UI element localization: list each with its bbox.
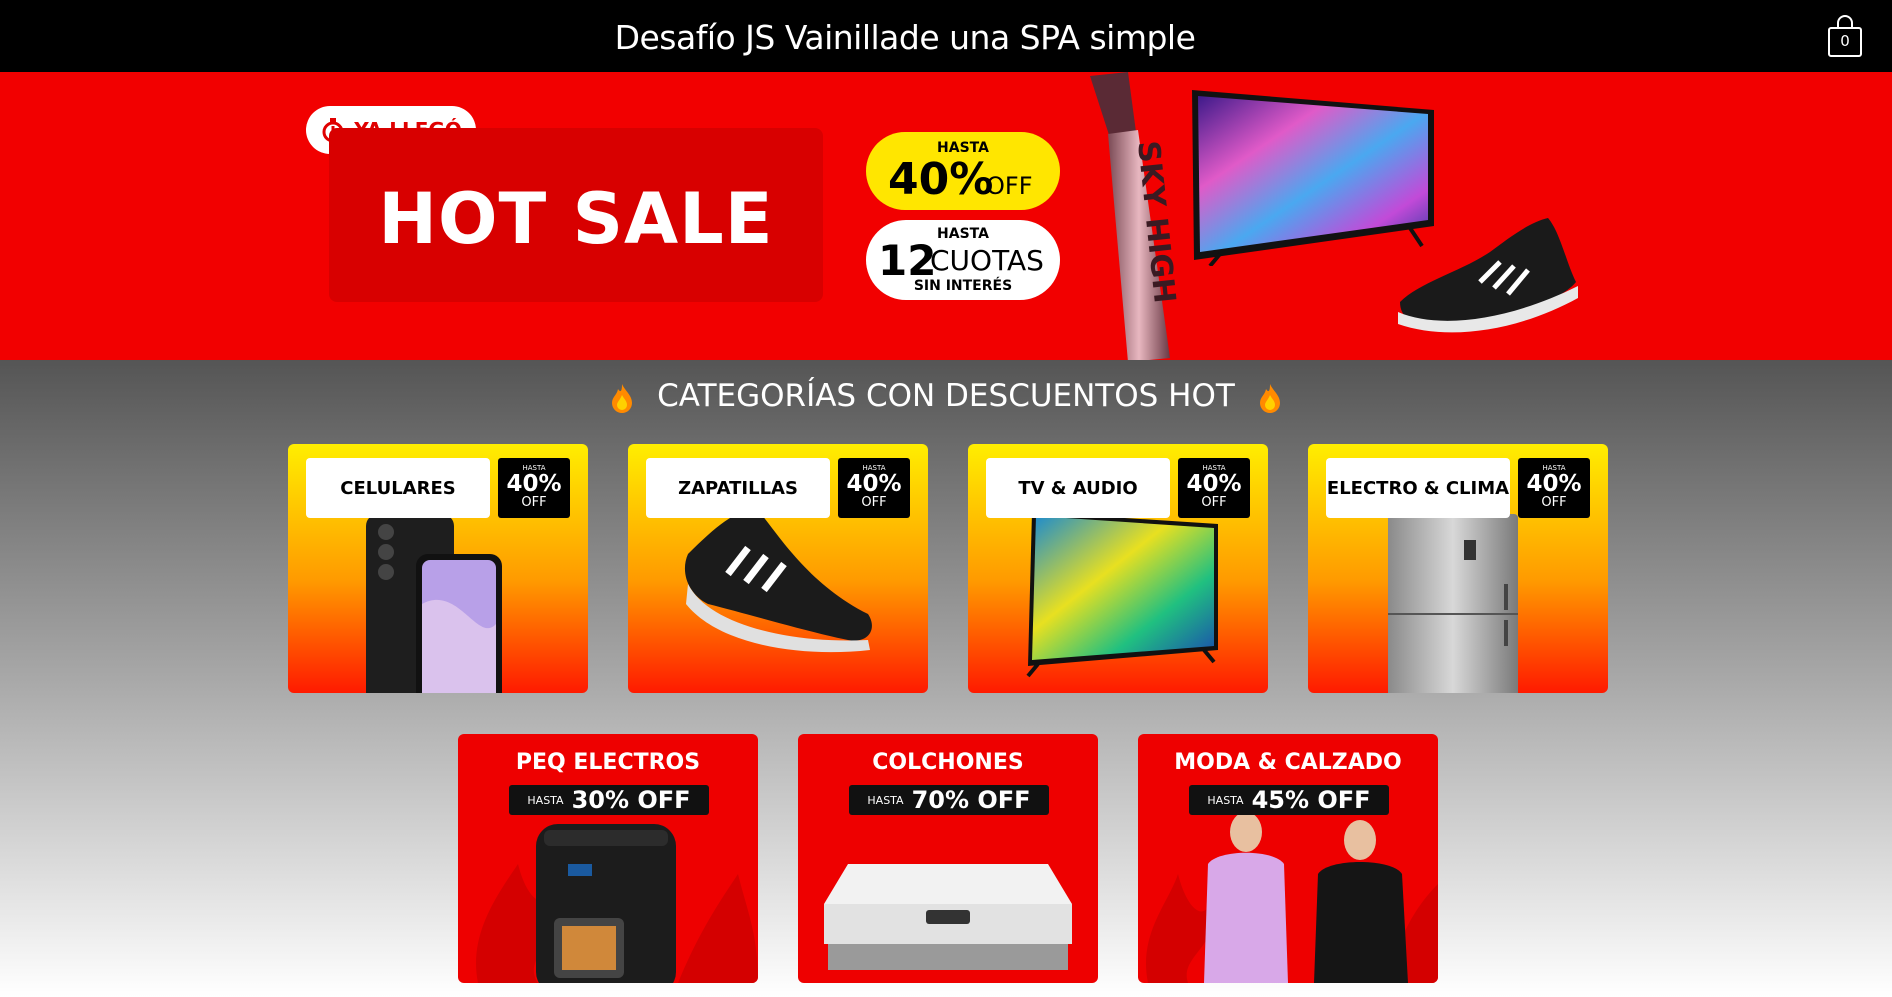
sneaker-image [1398, 218, 1578, 333]
discount-tag: HASTA 30% OFF [509, 785, 709, 815]
discount-tag: HASTA 40% OFF [1518, 458, 1590, 518]
categories-section: CATEGORÍAS CON DESCUENTOS HOT CELULARES … [0, 360, 1892, 997]
hot-sale-banner[interactable]: YA LLEGÓ HOT SALE HASTA 40% OFF HASTA 12… [0, 72, 1892, 360]
category-label: TV & AUDIO [986, 458, 1170, 518]
discount-badge: HASTA 40% OFF [866, 132, 1060, 210]
category-label: MODA & CALZADO [1174, 750, 1402, 775]
category-label: CELULARES [306, 458, 490, 518]
category-label: PEQ ELECTROS [515, 750, 701, 775]
category-label: ELECTRO & CLIMA [1326, 458, 1510, 518]
discount-tag-value: 45% OFF [1251, 786, 1371, 814]
discount-tag-small: HASTA [1207, 793, 1244, 807]
discount-tag: HASTA 40% OFF [498, 458, 570, 518]
mascara-image: SKY HIGH [1090, 72, 1180, 360]
discount-tag-small: HASTA [527, 793, 564, 807]
discount-tag-small: HASTA [867, 793, 904, 807]
discount-tag: HASTA 45% OFF [1189, 785, 1389, 815]
discount-tag: HASTA 70% OFF [849, 785, 1049, 815]
discount-tag-suffix: OFF [1201, 495, 1227, 510]
hot-sale-box: HOT SALE [329, 128, 823, 302]
flame-icon [1259, 383, 1280, 413]
discount-tag-suffix: OFF [861, 495, 887, 510]
discount-tag: HASTA 40% OFF [1178, 458, 1250, 518]
discount-value: 40% [888, 154, 994, 205]
discount-tag-value: 30% OFF [571, 786, 691, 814]
page-title: Desafío JS Vainillade una SPA simple [614, 18, 1196, 57]
category-card-zapatillas[interactable]: ZAPATILLAS HASTA 40% OFF [628, 444, 928, 693]
hot-sale-headline: HOT SALE [378, 178, 774, 260]
category-label: ZAPATILLAS [646, 458, 830, 518]
discount-tag-suffix: OFF [1541, 495, 1567, 510]
section-heading-text: CATEGORÍAS CON DESCUENTOS HOT [657, 378, 1235, 414]
cart-button[interactable]: 0 [1826, 14, 1864, 58]
discount-tag-value: 40% [506, 471, 562, 497]
flame-icon [612, 383, 633, 413]
category-card-electro-clima[interactable]: ELECTRO & CLIMA HASTA 40% OFF [1308, 444, 1608, 693]
section-heading: CATEGORÍAS CON DESCUENTOS HOT [0, 378, 1892, 414]
top-bar: Desafío JS Vainillade una SPA simple 0 [0, 0, 1892, 72]
category-card-tv-audio[interactable]: TV & AUDIO HASTA 40% OFF [968, 444, 1268, 693]
discount-tag-suffix: OFF [521, 495, 547, 510]
category-card-peq-electros[interactable]: PEQ ELECTROS HASTA 30% OFF [458, 734, 758, 983]
discount-tag-value: 40% [846, 471, 902, 497]
installments-suffix: CUOTAS [930, 244, 1044, 277]
discount-tag: HASTA 40% OFF [838, 458, 910, 518]
discount-tag-value: 40% [1526, 471, 1582, 497]
cart-count: 0 [1840, 32, 1850, 50]
discount-suffix: OFF [986, 172, 1033, 200]
category-card-colchones[interactable]: COLCHONES HASTA 70% OFF [798, 734, 1098, 983]
discount-tag-value: 40% [1186, 471, 1242, 497]
category-card-moda-calzado[interactable]: MODA & CALZADO HASTA 45% OFF [1138, 734, 1438, 983]
category-label: COLCHONES [872, 750, 1024, 775]
installments-badge: HASTA 12 CUOTAS SIN INTERÉS [866, 220, 1060, 300]
category-card-celulares[interactable]: CELULARES HASTA 40% OFF [288, 444, 588, 693]
installments-footer: SIN INTERÉS [913, 278, 1013, 294]
discount-tag-value: 70% OFF [911, 786, 1031, 814]
